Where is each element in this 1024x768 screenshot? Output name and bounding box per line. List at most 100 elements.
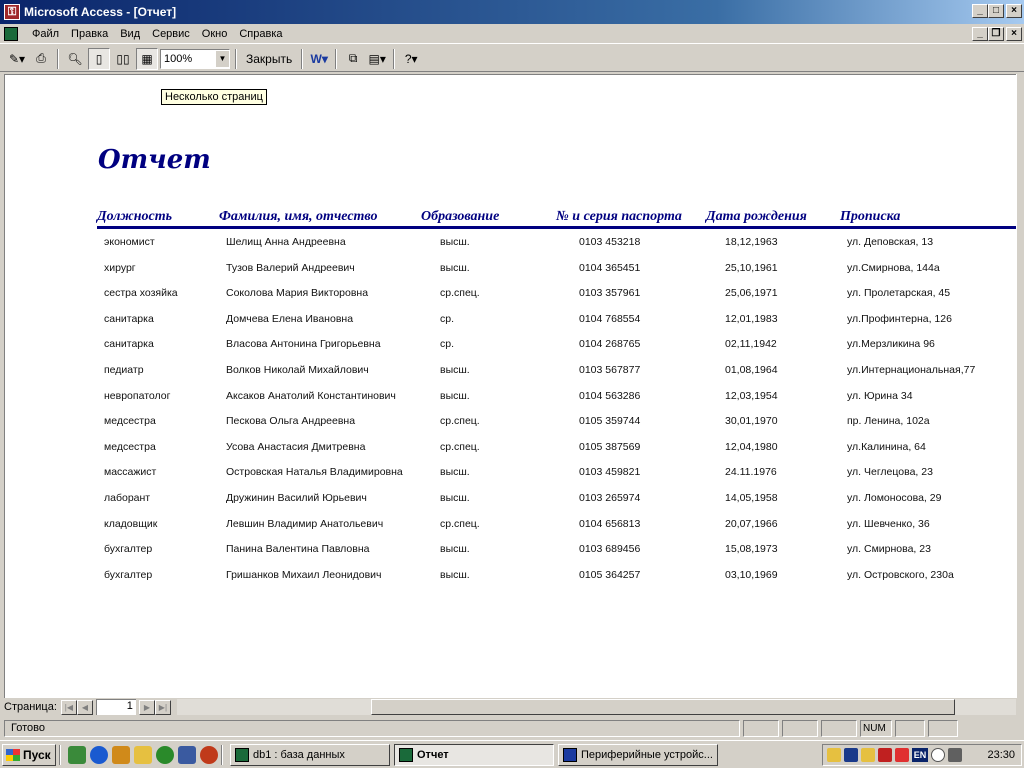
- table-cell: ул.Смирнова, 144а: [847, 262, 940, 274]
- start-label: Пуск: [23, 747, 51, 762]
- internet-explorer-icon[interactable]: [90, 745, 108, 764]
- print-icon[interactable]: ⎙: [30, 48, 52, 70]
- scroll-thumb[interactable]: [370, 699, 955, 715]
- page-label: Страница:: [4, 701, 57, 713]
- menu-help[interactable]: Справка: [233, 28, 288, 40]
- table-cell: ул.Профинтерна, 126: [847, 313, 952, 325]
- task-label: Отчет: [417, 748, 449, 761]
- table-cell: массажист: [104, 466, 157, 478]
- task-report[interactable]: Отчет: [394, 743, 554, 766]
- table-cell: медсестра: [104, 415, 156, 427]
- antivirus-icon[interactable]: [878, 748, 892, 762]
- document-icon[interactable]: [4, 26, 18, 41]
- database-window-icon[interactable]: ⧉: [342, 48, 364, 70]
- office-links-icon[interactable]: W▾: [308, 48, 330, 70]
- chevron-down-icon[interactable]: ▼: [215, 50, 229, 67]
- table-cell: 0103 265974: [579, 492, 641, 504]
- close-window-button[interactable]: ×: [1006, 4, 1022, 18]
- status-indicator: [895, 719, 925, 737]
- table-cell: 12,04,1980: [725, 441, 778, 453]
- table-row: медсестра Пескова Ольга Андреевна ср.спец.…: [5, 415, 1015, 440]
- media-player-icon[interactable]: [156, 745, 174, 764]
- page-number-input[interactable]: 1: [95, 699, 136, 715]
- zoom-icon[interactable]: 🔍︎: [64, 48, 86, 70]
- report-preview[interactable]: Несколько страниц Отчет Должность Фамили…: [4, 74, 1016, 698]
- maximize-button[interactable]: □: [988, 4, 1004, 18]
- table-cell: 0103 357961: [579, 287, 641, 299]
- view-icon[interactable]: ✎▾: [6, 48, 28, 70]
- tray-icon[interactable]: [948, 748, 962, 762]
- page-navigation: Страница: |◀ ◀ 1 ▶ ▶|: [4, 698, 1016, 716]
- table-cell: ул.Калинина, 64: [847, 441, 926, 453]
- tray-icon[interactable]: [895, 748, 909, 762]
- taskbar-separator: [59, 744, 61, 765]
- prev-page-icon[interactable]: ◀: [76, 699, 93, 715]
- first-page-icon[interactable]: |◀: [60, 699, 77, 715]
- task-db1[interactable]: db1 : база данных: [230, 743, 390, 766]
- clock[interactable]: 23:30: [987, 749, 1015, 761]
- clock-icon[interactable]: [931, 748, 945, 762]
- volume-icon[interactable]: [827, 748, 841, 762]
- table-row: кладовщик Левшин Владимир Анатольевич ср.с…: [5, 518, 1015, 543]
- doc-minimize-button[interactable]: _: [972, 27, 988, 41]
- table-cell: высш.: [440, 569, 470, 581]
- start-button[interactable]: Пуск: [2, 743, 56, 766]
- table-cell: 0105 364257: [579, 569, 641, 581]
- window-title: Microsoft Access - [Отчет]: [24, 5, 177, 19]
- new-object-icon[interactable]: ▤▾: [366, 48, 388, 70]
- table-cell: Гришанков Михаил Леонидович: [226, 569, 382, 581]
- multiple-pages-icon[interactable]: ▦: [136, 47, 158, 70]
- status-bar: Готово NUM: [0, 718, 1024, 738]
- last-page-icon[interactable]: ▶|: [154, 699, 171, 715]
- tray-icon[interactable]: [844, 748, 858, 762]
- table-cell: 01,08,1964: [725, 364, 778, 376]
- close-preview-button[interactable]: Закрыть: [242, 48, 296, 70]
- table-cell: 0104 268765: [579, 338, 641, 350]
- status-indicator: [821, 719, 857, 737]
- table-cell: ул.Мерзликина 96: [847, 338, 935, 350]
- table-cell: 25,06,1971: [725, 287, 778, 299]
- table-cell: 02,11,1942: [725, 338, 777, 350]
- table-cell: 25,10,1961: [725, 262, 778, 274]
- vertical-scrollbar[interactable]: [1016, 74, 1024, 698]
- zoom-select[interactable]: 100% ▼: [160, 48, 230, 69]
- menu-file[interactable]: Файл: [26, 28, 65, 40]
- minimize-button[interactable]: _: [972, 4, 988, 18]
- table-cell: Усова Анастасия Дмитревна: [226, 441, 366, 453]
- show-desktop-icon[interactable]: [68, 745, 86, 764]
- quick-launch-icon[interactable]: [200, 745, 218, 764]
- menu-edit[interactable]: Правка: [65, 28, 114, 40]
- next-page-icon[interactable]: ▶: [138, 699, 155, 715]
- status-text: Готово: [4, 719, 740, 737]
- table-cell: сестра хозяйка: [104, 287, 178, 299]
- horizontal-scrollbar[interactable]: [176, 699, 1016, 715]
- table-cell: санитарка: [104, 313, 154, 325]
- table-cell: 0104 365451: [579, 262, 641, 274]
- help-icon[interactable]: ?▾: [400, 48, 422, 70]
- menu-tools[interactable]: Сервис: [146, 28, 196, 40]
- zoom-value: 100%: [164, 52, 193, 65]
- task-word-document[interactable]: Периферийные устройс...: [558, 743, 718, 766]
- quick-launch-icon[interactable]: [178, 745, 196, 764]
- one-page-icon[interactable]: ▯: [88, 47, 110, 70]
- table-cell: 12,03,1954: [725, 390, 778, 402]
- tray-icon[interactable]: [861, 748, 875, 762]
- doc-restore-button[interactable]: ❐: [988, 27, 1004, 41]
- table-cell: Островская Наталья Владимировна: [226, 466, 403, 478]
- table-cell: Тузов Валерий Андреевич: [226, 262, 355, 274]
- table-cell: 0103 453218: [579, 236, 641, 248]
- tooltip: Несколько страниц: [161, 89, 267, 105]
- outlook-express-icon[interactable]: [112, 745, 130, 764]
- menu-view[interactable]: Вид: [114, 28, 146, 40]
- report-title: Отчет: [98, 145, 211, 175]
- menu-window[interactable]: Окно: [196, 28, 234, 40]
- quick-launch-icon[interactable]: [134, 745, 152, 764]
- language-indicator[interactable]: EN: [912, 748, 928, 762]
- num-lock-indicator: NUM: [860, 719, 892, 737]
- doc-close-button[interactable]: ×: [1006, 27, 1022, 41]
- access-app-icon[interactable]: ⚿: [4, 4, 20, 20]
- table-cell: ср.: [440, 313, 455, 325]
- table-row: санитарка Домчева Елена Ивановна ср. 0104 7…: [5, 313, 1015, 338]
- table-cell: 0103 459821: [579, 466, 641, 478]
- two-pages-icon[interactable]: ▯▯: [112, 48, 134, 70]
